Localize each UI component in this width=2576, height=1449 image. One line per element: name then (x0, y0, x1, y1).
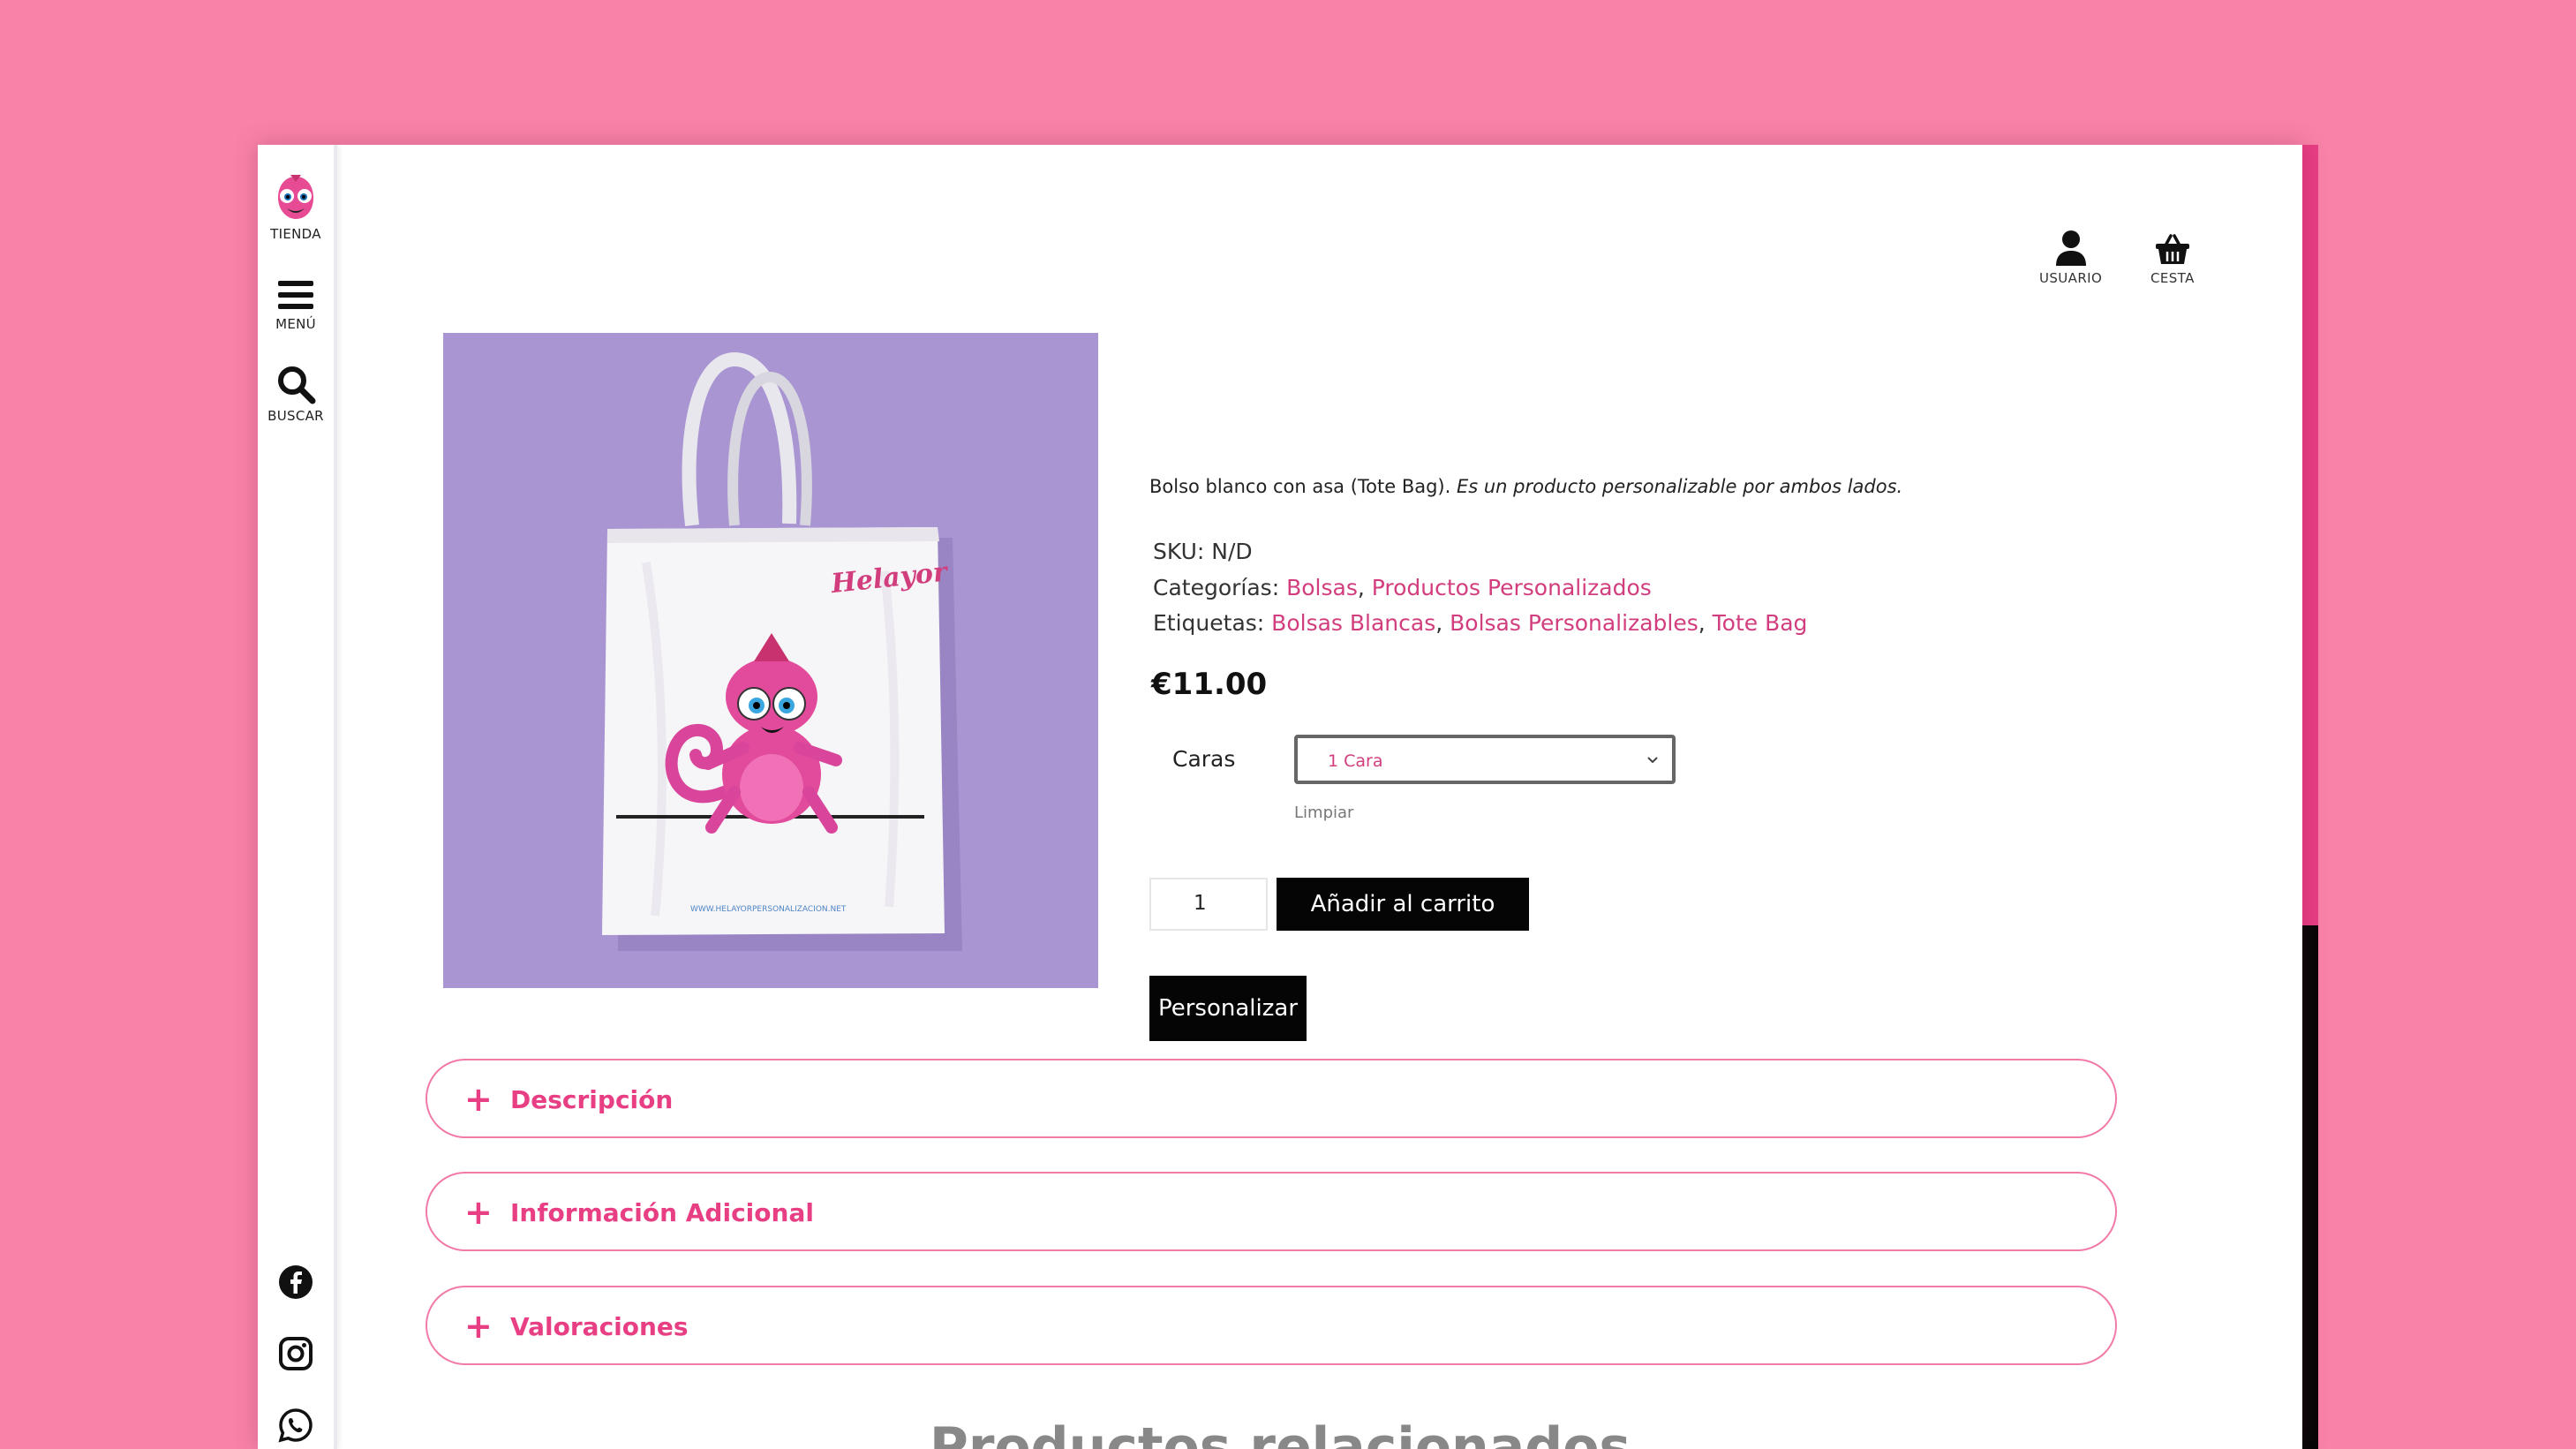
tags-label: Etiquetas: (1153, 610, 1265, 636)
shop-label: TIENDA (270, 226, 321, 242)
basket-icon (2155, 234, 2189, 264)
rail-instagram-link[interactable] (258, 1336, 334, 1371)
plus-icon: + (464, 1193, 493, 1232)
description-text: Bolso blanco con asa (Tote Bag). (1149, 476, 1457, 497)
sku-label: SKU: (1153, 539, 1205, 564)
tab-valoraciones-label: Valoraciones (510, 1312, 689, 1341)
cart-label: CESTA (2150, 270, 2195, 286)
tab-informacion-adicional-label: Información Adicional (510, 1198, 814, 1227)
tote-bag-illustration: Helayor WWW.HELAYORPERSONALIZACION.NET (602, 351, 962, 951)
clear-variation-link[interactable]: Limpiar (1294, 804, 1353, 822)
search-button[interactable]: BUSCAR (258, 364, 334, 424)
product-page: TIENDA MENÚ BUSCAR USUARIO CESTA Helayor… (258, 145, 2302, 1449)
tag-link-bolsas-blancas[interactable]: Bolsas Blancas (1271, 610, 1435, 636)
tag-link-tote-bag[interactable]: Tote Bag (1713, 610, 1808, 636)
product-categories: Categorías: Bolsas, Productos Personaliz… (1153, 575, 1652, 600)
product-image[interactable]: Helayor WWW.HELAYORPERSONALIZACION.NET (443, 333, 1098, 988)
related-products-heading: Productos relacionados (929, 1416, 1631, 1449)
facebook-icon (279, 1265, 313, 1299)
user-account-button[interactable]: USUARIO (2039, 230, 2102, 286)
variation-label: Caras (1172, 746, 1236, 772)
tab-descripcion-label: Descripción (510, 1085, 674, 1114)
quantity-input[interactable]: 1 (1149, 878, 1268, 931)
add-to-cart-button[interactable]: Añadir al carrito (1277, 878, 1529, 931)
chameleon-logo-icon (278, 175, 313, 219)
categories-label: Categorías: (1153, 575, 1280, 600)
accent-dark-bar (2301, 925, 2318, 1449)
variation-select[interactable]: 1 Cara (1294, 735, 1676, 784)
product-tags: Etiquetas: Bolsas Blancas, Bolsas Person… (1153, 610, 1808, 636)
category-link-bolsas[interactable]: Bolsas (1286, 575, 1358, 600)
tab-descripcion[interactable]: + Descripción (426, 1059, 2117, 1138)
rail-facebook-link[interactable] (258, 1264, 334, 1300)
search-label: BUSCAR (267, 408, 324, 424)
search-icon (278, 366, 316, 404)
user-label: USUARIO (2039, 270, 2103, 286)
sku-value: N/D (1211, 539, 1253, 564)
product-sku: SKU: N/D (1153, 539, 1253, 564)
category-link-productos-personalizados[interactable]: Productos Personalizados (1372, 575, 1652, 600)
instagram-icon (279, 1337, 313, 1370)
user-icon (2055, 230, 2086, 266)
bag-url-text: WWW.HELAYORPERSONALIZACION.NET (690, 905, 847, 914)
tag-link-bolsas-personalizables[interactable]: Bolsas Personalizables (1450, 610, 1699, 636)
tab-valoraciones[interactable]: + Valoraciones (426, 1286, 2117, 1365)
page-side-accent (2301, 145, 2318, 1449)
plus-icon: + (464, 1080, 493, 1119)
hamburger-menu-icon (278, 281, 313, 309)
cart-button[interactable]: CESTA (2150, 233, 2195, 286)
menu-button[interactable]: MENÚ (258, 277, 334, 332)
product-short-description: Bolso blanco con asa (Tote Bag). Es un p… (1149, 476, 1902, 497)
accent-pink-bar (2301, 145, 2318, 925)
description-note: Es un producto personalizable por ambos … (1456, 476, 1903, 497)
plus-icon: + (464, 1307, 493, 1346)
personalize-button[interactable]: Personalizar (1149, 976, 1307, 1041)
chevron-down-icon (1647, 757, 1658, 764)
menu-label: MENÚ (275, 316, 316, 332)
shop-link[interactable]: TIENDA (258, 173, 334, 242)
side-nav-rail: TIENDA MENÚ BUSCAR (258, 145, 337, 1449)
variation-selected-value: 1 Cara (1328, 751, 1383, 771)
tab-informacion-adicional[interactable]: + Información Adicional (426, 1172, 2117, 1251)
product-price: €11.00 (1151, 667, 1268, 702)
